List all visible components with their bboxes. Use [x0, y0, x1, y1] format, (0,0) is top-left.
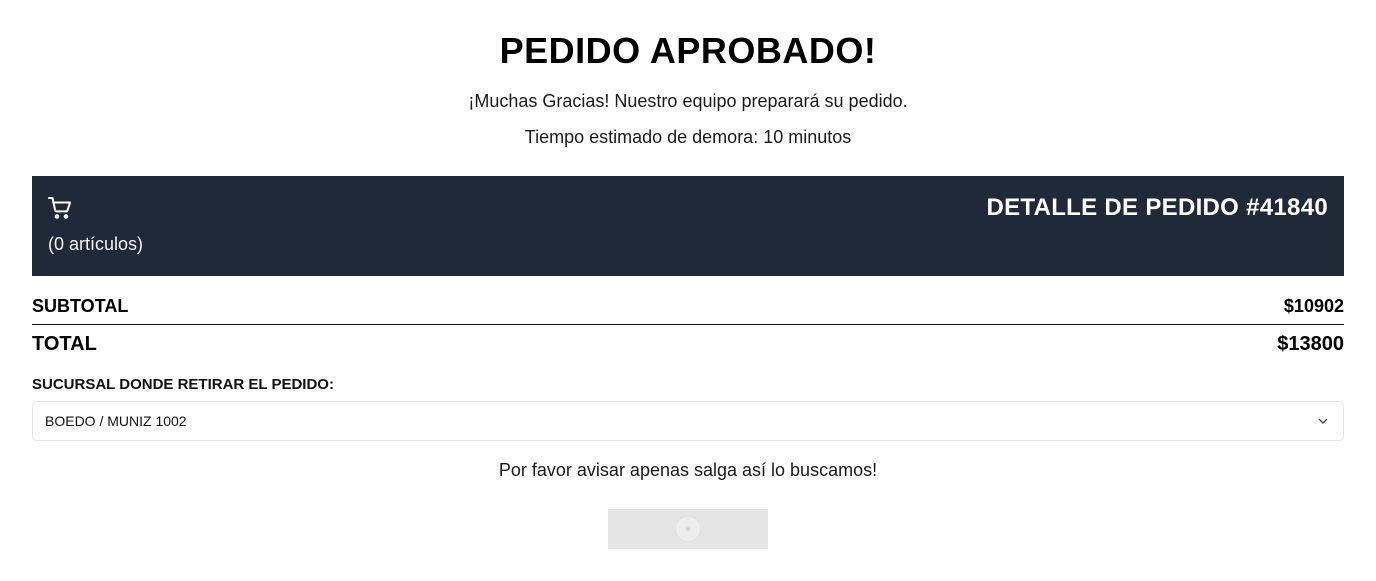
order-detail-header: (0 artículos) DETALLE DE PEDIDO #41840 — [32, 176, 1344, 276]
total-row: TOTAL $13800 — [32, 331, 1344, 357]
branch-select-label: SUCURSAL DONDE RETIRAR EL PEDIDO: — [32, 376, 334, 393]
chevron-down-icon — [1318, 418, 1328, 424]
total-value: $13800 — [1277, 332, 1344, 355]
pickup-notice: Por favor avisar apenas salga así lo bus… — [498, 460, 878, 480]
total-label: TOTAL — [32, 332, 97, 355]
subtotal-label: SUBTOTAL — [32, 295, 129, 316]
loading-button[interactable] — [608, 509, 768, 549]
estimated-time: Tiempo estimado de demora: 10 minutos — [524, 127, 852, 147]
branch-selected-value: BOEDO / MUNIZ 1002 — [45, 413, 187, 429]
order-confirmation-page: PEDIDO APROBADO! ¡Muchas Gracias! Nuestr… — [0, 0, 1376, 581]
shopping-cart-icon — [48, 197, 71, 219]
summary-divider — [32, 324, 1344, 325]
thank-you-message: ¡Muchas Gracias! Nuestro equipo preparar… — [468, 91, 908, 111]
page-title: PEDIDO APROBADO! — [499, 30, 877, 71]
subtotal-row: SUBTOTAL $10902 — [32, 294, 1344, 318]
spinner-icon — [676, 517, 700, 541]
subtotal-value: $10902 — [1283, 295, 1344, 316]
order-number-title: DETALLE DE PEDIDO #41840 — [986, 194, 1328, 221]
branch-select[interactable]: BOEDO / MUNIZ 1002 — [32, 401, 1344, 441]
items-count: (0 artículos) — [48, 234, 144, 254]
